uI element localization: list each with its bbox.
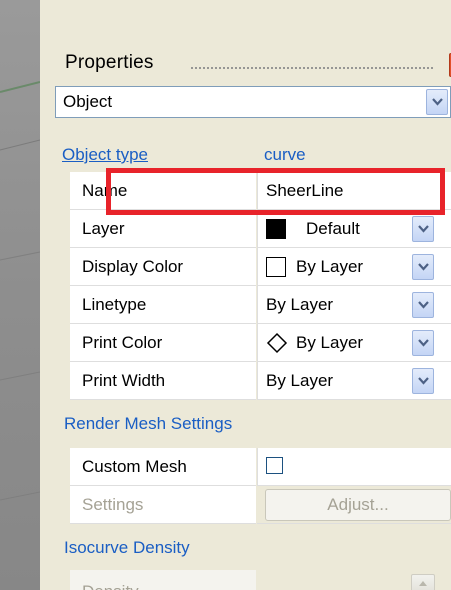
dropdown-button[interactable] — [412, 254, 434, 280]
object-dropdown-value: Object — [63, 92, 113, 111]
custom-mesh-cell — [257, 448, 451, 486]
layer-color-swatch — [266, 219, 286, 239]
chevron-down-icon — [418, 339, 429, 347]
chevron-down-icon — [432, 98, 443, 106]
display-color-select[interactable]: By Layer — [257, 248, 451, 286]
property-label: Print Width — [82, 371, 166, 390]
dropdown-button[interactable] — [426, 89, 448, 115]
linetype-select[interactable]: By Layer — [257, 286, 451, 324]
dropdown-button[interactable] — [412, 216, 434, 242]
property-name-cell: Linetype — [70, 286, 256, 324]
property-label: Custom Mesh — [82, 457, 187, 476]
highlight-annotation — [106, 168, 445, 215]
property-row-settings: Settings Adjust... — [70, 486, 451, 524]
diamond-icon — [266, 332, 288, 354]
property-row-print-color: Print Color By Layer — [70, 324, 451, 362]
layer-value: Default — [306, 219, 360, 238]
print-width-value: By Layer — [266, 371, 334, 390]
print-width-select[interactable]: By Layer — [257, 362, 451, 400]
isocurve-header: Isocurve Density — [64, 538, 190, 557]
property-row-custom-mesh: Custom Mesh — [70, 448, 451, 486]
dropdown-button[interactable] — [412, 292, 434, 318]
settings-cell: Adjust... — [257, 486, 451, 524]
property-name-cell: Settings — [70, 486, 256, 524]
dropdown-button[interactable] — [412, 330, 434, 356]
property-label: Print Color — [82, 333, 163, 352]
property-row-linetype: Linetype By Layer — [70, 286, 451, 324]
density-cell — [257, 570, 451, 590]
chevron-up-icon — [419, 581, 427, 586]
object-type-value: curve — [264, 145, 306, 164]
display-color-value: By Layer — [296, 257, 364, 276]
property-label: Density — [82, 582, 139, 590]
adjust-button[interactable]: Adjust... — [265, 489, 451, 521]
panel-title: Properties — [65, 52, 154, 73]
chevron-down-icon — [418, 377, 429, 385]
layer-select[interactable]: Default — [257, 210, 451, 248]
property-name-cell: Custom Mesh — [70, 448, 256, 486]
display-color-swatch — [266, 257, 286, 277]
property-label: Layer — [82, 219, 125, 238]
print-color-value: By Layer — [296, 333, 364, 352]
property-label: Linetype — [82, 295, 147, 314]
object-type-label[interactable]: Object type — [62, 145, 148, 165]
property-name-cell: Print Width — [70, 362, 256, 400]
object-dropdown[interactable]: Object — [55, 86, 451, 118]
property-row-density: Density — [70, 570, 451, 590]
property-row-layer: Layer Default — [70, 210, 451, 248]
viewport-edge — [0, 0, 40, 590]
chevron-down-icon — [418, 301, 429, 309]
linetype-value: By Layer — [266, 295, 334, 314]
property-name-cell: Print Color — [70, 324, 256, 362]
properties-panel: Properties × Object Object type curve Na… — [40, 0, 451, 590]
print-color-select[interactable]: By Layer — [257, 324, 451, 362]
drag-grip[interactable] — [190, 66, 435, 70]
property-name-cell: Layer — [70, 210, 256, 248]
panel-header: Properties × — [62, 50, 451, 80]
chevron-down-icon — [418, 263, 429, 271]
property-name-cell: Density — [70, 570, 256, 590]
render-mesh-header: Render Mesh Settings — [64, 414, 233, 433]
dropdown-button[interactable] — [412, 368, 434, 394]
viewport-grid-lines — [0, 81, 40, 501]
property-name-cell: Display Color — [70, 248, 256, 286]
custom-mesh-checkbox[interactable] — [266, 457, 283, 474]
density-spin-button[interactable] — [411, 574, 435, 590]
property-row-display-color: Display Color By Layer — [70, 248, 451, 286]
property-label: Settings — [82, 495, 144, 514]
chevron-down-icon — [418, 225, 429, 233]
property-row-print-width: Print Width By Layer — [70, 362, 451, 400]
property-label: Display Color — [82, 257, 184, 276]
